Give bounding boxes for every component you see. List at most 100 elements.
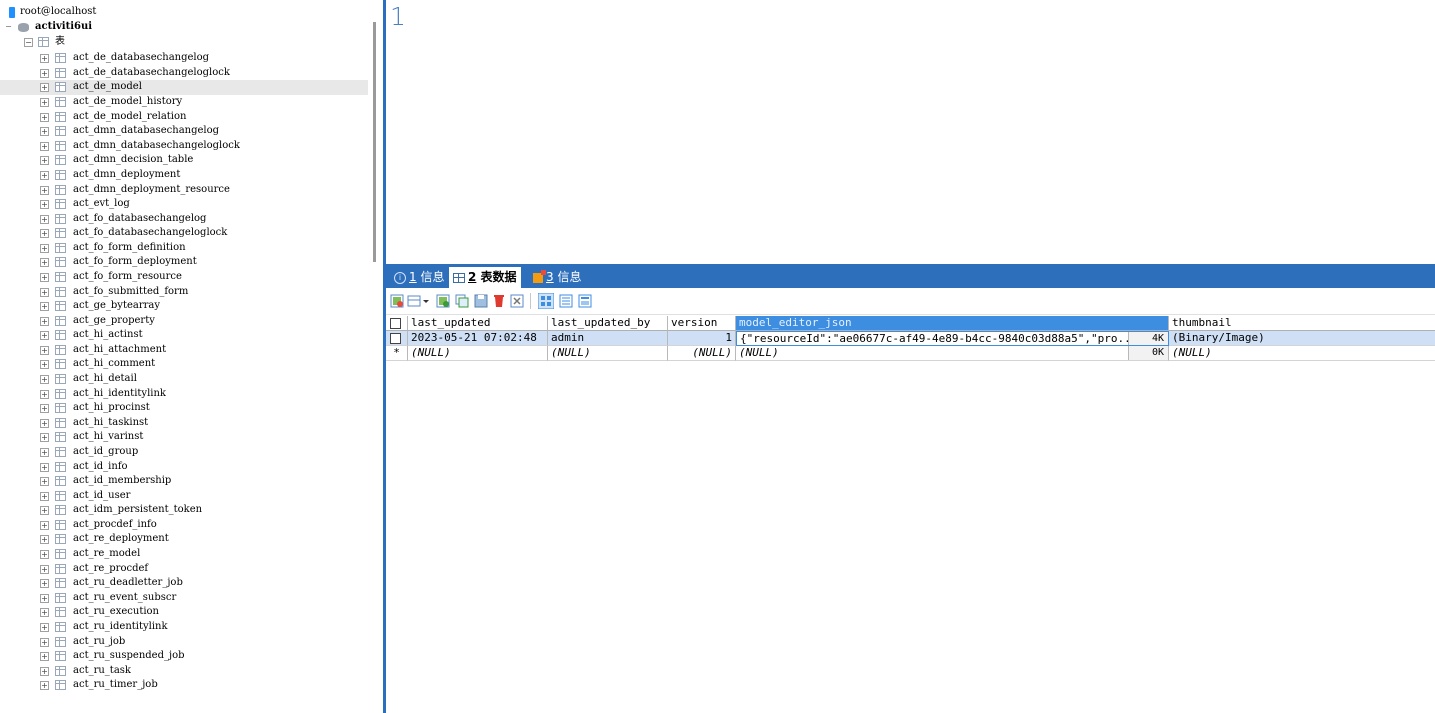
expand-icon[interactable]: + (40, 112, 49, 122)
expand-icon[interactable]: + (40, 243, 49, 253)
table-cell-active[interactable]: {"resourceId":"ae06677c-af49-4e89-b4cc-9… (736, 331, 1169, 346)
expand-icon[interactable]: + (40, 258, 49, 268)
text-view-icon[interactable] (578, 294, 592, 308)
table-cell[interactable]: 2023-05-21 07:02:48 (408, 331, 548, 346)
tree-table-item[interactable]: + act_ru_deadletter_job (0, 576, 368, 591)
tree-table-item[interactable]: + act_re_procdef (0, 562, 368, 577)
expand-icon[interactable]: + (40, 593, 49, 603)
tree-table-item[interactable]: + act_hi_detail (0, 372, 368, 387)
expand-icon[interactable]: + (40, 83, 49, 93)
tree-table-item[interactable]: + act_dmn_deployment (0, 168, 368, 183)
tree-table-item[interactable]: + act_fo_form_deployment (0, 255, 368, 270)
save-icon[interactable] (474, 294, 488, 308)
expand-icon[interactable]: + (40, 127, 49, 137)
expand-icon[interactable]: + (40, 360, 49, 370)
tree-table-item[interactable]: + act_dmn_decision_table (0, 153, 368, 168)
tree-table-item[interactable]: + act_ge_property (0, 314, 368, 329)
view-mode-icon[interactable] (407, 294, 421, 308)
expand-icon[interactable]: + (40, 608, 49, 618)
tree-table-item[interactable]: + act_hi_taskinst (0, 416, 368, 431)
delete-row-icon[interactable] (492, 294, 506, 308)
tree-table-item[interactable]: + act_ru_timer_job (0, 678, 368, 693)
expand-icon[interactable]: + (40, 579, 49, 589)
tree-table-item[interactable]: + act_id_membership (0, 474, 368, 489)
table-cell[interactable]: (NULL) (668, 346, 736, 361)
expand-icon[interactable]: + (40, 637, 49, 647)
expand-icon[interactable]: + (40, 462, 49, 472)
expand-icon[interactable]: + (40, 316, 49, 326)
row-checkbox[interactable] (390, 333, 401, 344)
chevron-down-icon[interactable] (422, 294, 430, 308)
column-header[interactable]: thumbnail (1169, 316, 1435, 331)
tree-table-item[interactable]: + act_dmn_deployment_resource (0, 183, 368, 198)
select-all-cell[interactable] (386, 316, 408, 331)
expand-icon[interactable]: + (40, 418, 49, 428)
column-header[interactable]: last_updated (408, 316, 548, 331)
expand-icon[interactable]: + (40, 200, 49, 210)
expand-icon[interactable]: + (40, 622, 49, 632)
expand-icon[interactable]: + (40, 229, 49, 239)
expand-icon[interactable]: + (40, 550, 49, 560)
column-header-selected[interactable]: model_editor_json (736, 316, 1169, 331)
expand-icon[interactable]: + (40, 389, 49, 399)
table-cell[interactable]: (NULL) 0K (736, 346, 1169, 361)
expand-icon[interactable]: + (40, 68, 49, 78)
expand-icon[interactable]: + (40, 170, 49, 180)
refresh-grid-icon[interactable] (390, 294, 404, 308)
tree-table-item[interactable]: + act_ru_job (0, 635, 368, 650)
tree-table-item[interactable]: + act_de_databasechangeloglock (0, 66, 368, 81)
table-cell[interactable]: (NULL) (548, 346, 668, 361)
tree-table-item[interactable]: + act_ge_bytearray (0, 299, 368, 314)
grid-view-icon[interactable] (538, 293, 554, 309)
tree-table-item[interactable]: + act_id_info (0, 460, 368, 475)
form-view-icon[interactable] (559, 294, 573, 308)
cancel-changes-icon[interactable] (510, 294, 524, 308)
tree-table-item[interactable]: + act_fo_submitted_form (0, 285, 368, 300)
expand-icon[interactable]: + (40, 491, 49, 501)
expand-icon[interactable]: + (40, 287, 49, 297)
expand-icon[interactable]: + (40, 652, 49, 662)
table-cell[interactable]: (NULL) (408, 346, 548, 361)
row-selector[interactable] (386, 331, 408, 346)
expand-icon[interactable]: + (40, 302, 49, 312)
expand-icon[interactable]: + (40, 98, 49, 108)
tree-table-item[interactable]: + act_id_user (0, 489, 368, 504)
expand-icon[interactable]: + (40, 185, 49, 195)
column-header[interactable]: last_updated_by (548, 316, 668, 331)
tree-connection-node[interactable]: root@localhost (0, 5, 368, 20)
expand-icon[interactable]: + (40, 666, 49, 676)
table-cell[interactable]: 1 (668, 331, 736, 346)
tree-table-item[interactable]: + act_hi_attachment (0, 343, 368, 358)
insert-row-icon[interactable] (436, 294, 450, 308)
tree-table-item[interactable]: + act_hi_comment (0, 357, 368, 372)
tree-table-item[interactable]: + act_idm_persistent_token (0, 503, 368, 518)
tree-table-item[interactable]: + act_procdef_info (0, 518, 368, 533)
table-cell[interactable]: admin (548, 331, 668, 346)
tree-table-item[interactable]: + act_fo_databasechangelog (0, 212, 368, 227)
expand-icon[interactable]: + (40, 681, 49, 691)
tab-info-3[interactable]: 3 信息 (529, 267, 585, 288)
tree-table-item[interactable]: + act_hi_identitylink (0, 387, 368, 402)
expand-icon[interactable]: + (40, 506, 49, 516)
tab-info-1[interactable]: i1 信息 (390, 267, 448, 288)
expand-icon[interactable]: + (40, 564, 49, 574)
tree-table-item[interactable]: + act_re_deployment (0, 532, 368, 547)
expand-icon[interactable]: + (40, 141, 49, 151)
expand-icon[interactable]: + (40, 375, 49, 385)
query-editor[interactable]: 1 (386, 0, 1435, 264)
tree-table-item[interactable]: + act_fo_form_resource (0, 270, 368, 285)
tree-table-item[interactable]: + act_hi_varinst (0, 430, 368, 445)
tree-table-item[interactable]: + act_re_model (0, 547, 368, 562)
table-cell[interactable]: (NULL) (1169, 346, 1435, 361)
expand-icon[interactable]: + (40, 214, 49, 224)
tree-table-item[interactable]: + act_ru_task (0, 664, 368, 679)
tree-table-item[interactable]: + act_de_model_relation (0, 110, 368, 125)
tree-table-item[interactable]: + act_hi_procinst (0, 401, 368, 416)
collapse-icon[interactable]: − (4, 23, 13, 32)
tree-table-item[interactable]: + act_ru_event_subscr (0, 591, 368, 606)
tab-table-data[interactable]: 2 表数据 (449, 267, 521, 288)
tree-table-item[interactable]: + act_ru_identitylink (0, 620, 368, 635)
tree-table-item[interactable]: + act_de_model (0, 80, 368, 96)
collapse-icon[interactable]: − (24, 38, 33, 47)
expand-icon[interactable]: + (40, 404, 49, 414)
